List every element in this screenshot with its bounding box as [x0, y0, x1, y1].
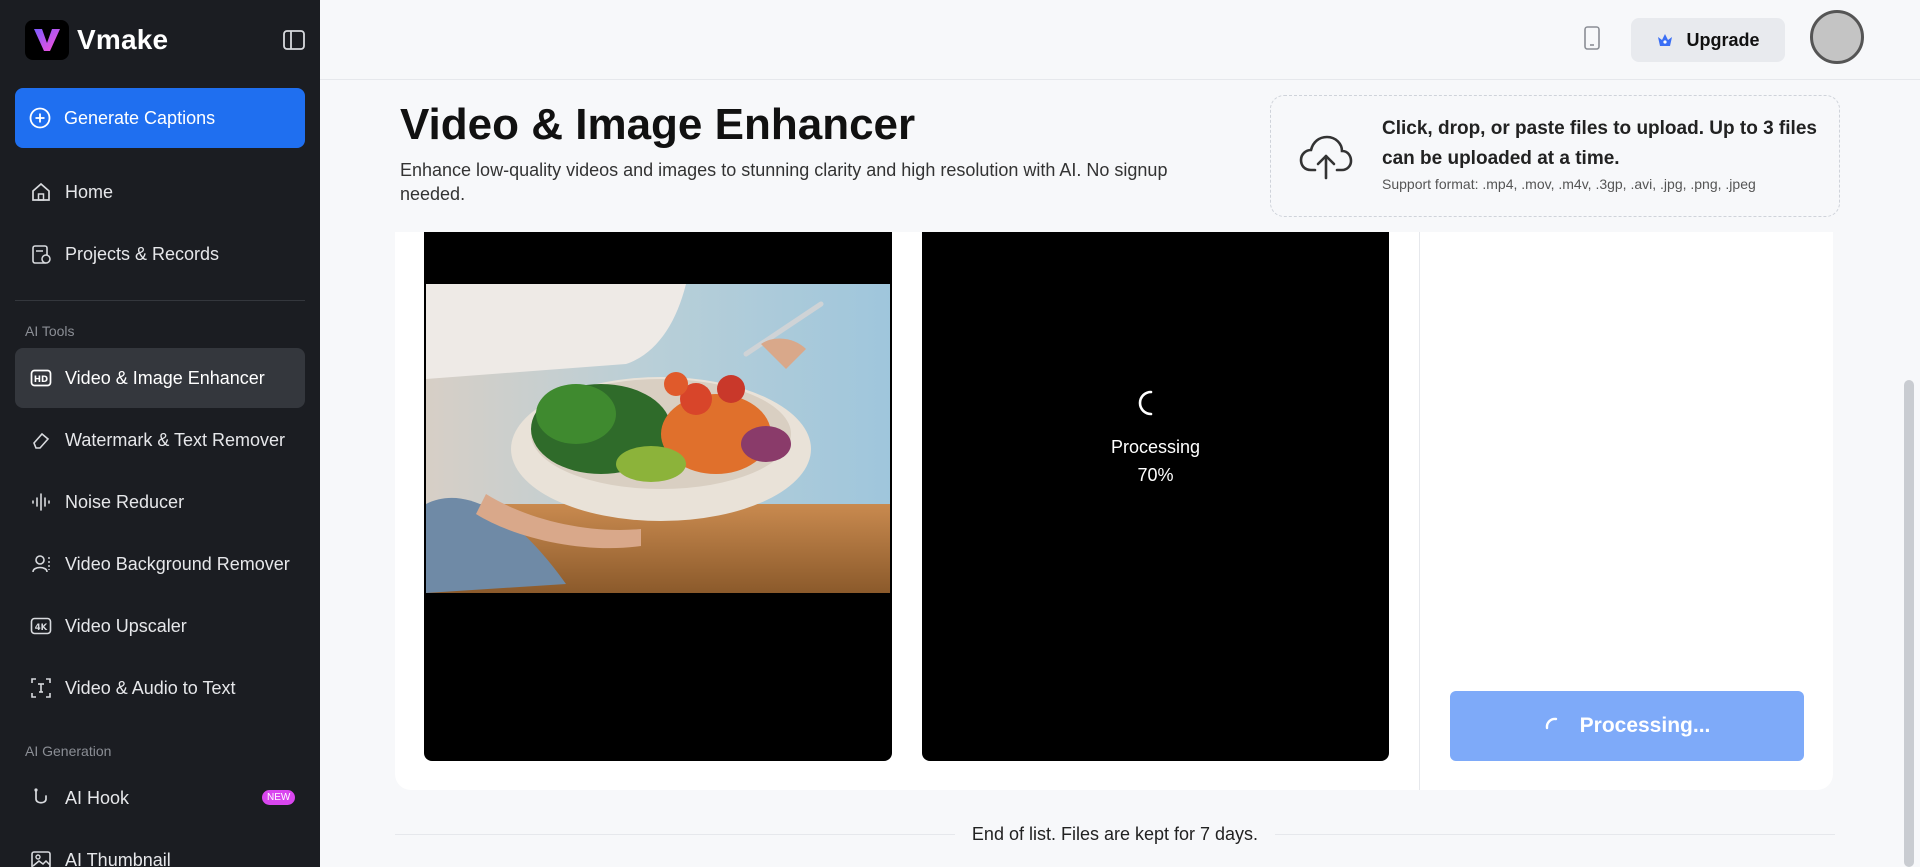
sidebar-item-label: AI Hook	[65, 787, 130, 808]
brand[interactable]: Vmake	[25, 20, 168, 60]
sidebar-divider	[15, 300, 305, 301]
person-cutout-icon	[30, 553, 52, 575]
loading-spinner-icon	[1544, 716, 1564, 736]
sidebar-item-watermark-remover[interactable]: Watermark & Text Remover	[15, 410, 305, 470]
upload-dropzone[interactable]: Click, drop, or paste files to upload. U…	[1270, 95, 1840, 217]
generate-captions-label: Generate Captions	[64, 107, 216, 128]
section-label-ai-generation: AI Generation	[25, 743, 112, 759]
section-label-ai-tools: AI Tools	[25, 323, 75, 339]
sidebar-item-label: Video & Image Enhancer	[65, 367, 265, 388]
sidebar-item-noise-reducer[interactable]: Noise Reducer	[15, 472, 305, 532]
new-badge: NEW	[262, 790, 296, 805]
sidebar-item-audio-to-text[interactable]: Video & Audio to Text	[15, 658, 305, 718]
4k-icon: 4K	[30, 615, 52, 637]
sidebar-item-label: Video Upscaler	[65, 615, 187, 636]
sidebar-item-background-remover[interactable]: Video Background Remover	[15, 534, 305, 594]
sidebar-item-video-upscaler[interactable]: 4K Video Upscaler	[15, 596, 305, 656]
home-icon	[30, 181, 52, 203]
sidebar: Vmake Generate Captions Home Projects & …	[0, 0, 320, 867]
enhanced-preview: Processing 70%	[922, 232, 1389, 761]
sidebar-item-label: Noise Reducer	[65, 491, 185, 512]
top-bar: Upgrade	[320, 0, 1920, 80]
sidebar-item-video-image-enhancer[interactable]: HD Video & Image Enhancer	[15, 348, 305, 408]
sidebar-item-label: Projects & Records	[65, 243, 220, 264]
page-scrollbar[interactable]	[1904, 380, 1914, 867]
sidebar-item-projects[interactable]: Projects & Records	[15, 224, 305, 284]
mobile-phone-icon[interactable]	[1582, 25, 1602, 51]
original-preview[interactable]	[424, 232, 892, 761]
avatar[interactable]	[1810, 10, 1864, 64]
text-icon	[30, 677, 52, 699]
end-of-list-text: End of list. Files are kept for 7 days.	[971, 824, 1259, 844]
soundwave-icon	[30, 491, 52, 513]
sidebar-item-label: AI Thumbnail	[65, 849, 171, 867]
sidebar-item-ai-thumbnail[interactable]: AI Thumbnail	[15, 830, 305, 867]
divider-line	[395, 834, 955, 835]
upload-formats: Support format: .mp4, .mov, .m4v, .3gp, …	[1382, 176, 1756, 192]
page-title: Video & Image Enhancer	[400, 100, 916, 149]
svg-text:HD: HD	[34, 375, 48, 385]
crown-icon	[1656, 31, 1674, 49]
page-subtitle: Enhance low-quality videos and images to…	[400, 160, 1168, 204]
sidebar-item-label: Video & Audio to Text	[65, 677, 236, 698]
sidebar-item-ai-hook[interactable]: AI Hook NEW	[15, 768, 305, 828]
food-bowl-photo	[426, 284, 890, 593]
eraser-icon	[30, 429, 52, 451]
sidebar-toggle-icon[interactable]	[282, 29, 306, 51]
sidebar-item-home[interactable]: Home	[15, 162, 305, 222]
divider-line	[1275, 834, 1835, 835]
sidebar-item-label: Home	[65, 181, 114, 202]
upload-instructions: Click, drop, or paste files to upload. U…	[1382, 118, 1817, 169]
processing-button-label: Processing...	[1579, 714, 1711, 737]
upgrade-label: Upgrade	[1686, 29, 1760, 50]
plus-circle-icon	[28, 106, 52, 130]
svg-text:4K: 4K	[35, 623, 48, 633]
generate-captions-button[interactable]: Generate Captions	[15, 88, 305, 148]
cloud-upload-icon	[1299, 134, 1353, 180]
sidebar-item-label: Watermark & Text Remover	[65, 429, 286, 450]
vmake-logo-icon	[25, 20, 69, 60]
card-divider	[1419, 232, 1420, 790]
upgrade-button[interactable]: Upgrade	[1631, 18, 1785, 62]
progress-percent: 70%	[1137, 465, 1174, 485]
records-icon	[30, 243, 52, 265]
hd-icon: HD	[30, 367, 52, 389]
processing-button[interactable]: Processing...	[1450, 691, 1804, 761]
loading-spinner-icon	[1138, 390, 1153, 416]
hook-icon	[30, 787, 52, 809]
image-icon	[30, 849, 52, 867]
brand-name: Vmake	[77, 24, 169, 55]
sidebar-item-label: Video Background Remover	[65, 553, 290, 574]
processing-label: Processing	[1110, 437, 1201, 457]
